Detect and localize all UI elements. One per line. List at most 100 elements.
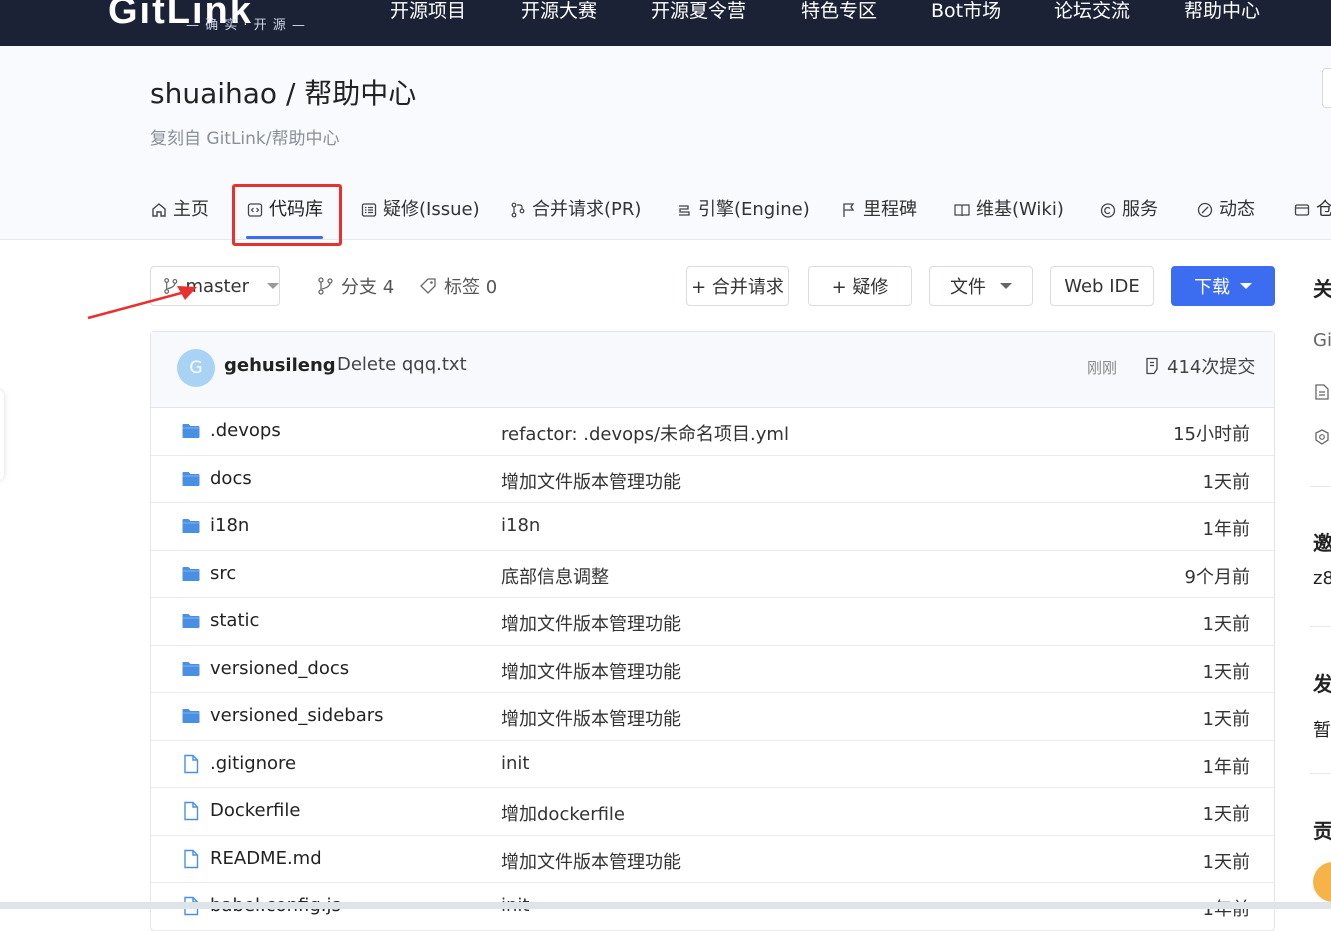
tag-icon (420, 278, 436, 294)
file-name[interactable]: versioned_docs (210, 658, 349, 679)
sidebar-divider (1310, 626, 1331, 627)
tab-label: 合并请求(PR) (532, 199, 642, 220)
tab-pull-requests[interactable]: 合并请求(PR) (509, 197, 641, 223)
tab-issues[interactable]: 疑修(Issue) (360, 197, 480, 223)
file-commit-message[interactable]: i18n (501, 515, 540, 536)
commit-author[interactable]: gehusileng (224, 355, 336, 376)
tab-wiki[interactable]: 维基(Wiki) (953, 197, 1064, 223)
file-updated-time: 1天前 (1202, 471, 1250, 493)
tags-link[interactable]: 标签 0 (418, 274, 497, 298)
folder-icon (182, 424, 200, 438)
file-name[interactable]: versioned_sidebars (210, 705, 384, 726)
tab-milestones[interactable]: 里程碑 (840, 197, 917, 223)
top-navbar: GitLink — 确 实 · 开 源 — 开源项目 开源大赛 开源夏令营 特色… (0, 0, 1331, 46)
file-row[interactable]: .gitignore init 1年前 (151, 741, 1274, 788)
sidebar-divider (1310, 486, 1331, 487)
engine-icon (679, 205, 690, 216)
file-row[interactable]: static 增加文件版本管理功能 1天前 (151, 598, 1274, 646)
tab-home[interactable]: 主页 (150, 197, 209, 223)
file-commit-message[interactable]: 增加文件版本管理功能 (501, 658, 681, 684)
file-updated-time: 1天前 (1202, 709, 1250, 730)
forked-from-link[interactable]: 复刻自 GitLink/帮助中心 (150, 124, 340, 149)
file-list-panel: G gehusileng Delete qqq.txt 刚刚 414次提交 .d… (150, 331, 1275, 931)
file-name[interactable]: src (210, 563, 236, 584)
file-row[interactable]: src 底部信息调整 9个月前 (151, 551, 1274, 598)
flag-icon (843, 203, 855, 217)
folder-icon (182, 566, 200, 581)
tab-activity[interactable]: 动态 (1196, 197, 1255, 223)
avatar[interactable]: G (177, 349, 215, 387)
nav-open-source-projects[interactable]: 开源项目 (390, 0, 466, 24)
tab-label: 主页 (173, 199, 209, 220)
branches-link[interactable]: 分支 4 (317, 274, 394, 298)
book-icon (954, 204, 970, 217)
file-row[interactable]: versioned_docs 增加文件版本管理功能 1天前 (151, 646, 1274, 693)
file-name[interactable]: Dockerfile (210, 800, 300, 821)
file-commit-message[interactable]: 底部信息调整 (501, 563, 609, 589)
file-commit-message[interactable]: 增加文件版本管理功能 (501, 610, 681, 636)
file-commit-message[interactable]: 增加dockerfile (501, 800, 625, 826)
file-icon (184, 801, 199, 821)
commit-time: 刚刚 (1087, 359, 1118, 377)
download-button[interactable]: 下载 (1171, 266, 1275, 306)
file-row[interactable]: README.md 增加文件版本管理功能 1天前 (151, 836, 1274, 883)
file-name[interactable]: docs (210, 468, 252, 489)
window-bottom-edge (0, 902, 1331, 909)
side-drawer-handle[interactable] (0, 390, 4, 480)
file-name[interactable]: i18n (210, 515, 249, 536)
commit-message[interactable]: Delete qqq.txt (337, 354, 467, 375)
contributor-avatar[interactable] (1313, 862, 1331, 902)
tab-repo-more[interactable]: 仓 (1293, 197, 1331, 223)
readme-icon (1315, 384, 1329, 400)
nav-competitions[interactable]: 开源大赛 (521, 0, 597, 24)
commits-icon (1146, 357, 1158, 375)
file-commit-message[interactable]: 增加文件版本管理功能 (501, 848, 681, 874)
file-name[interactable]: static (210, 610, 259, 631)
web-ide-button[interactable]: Web IDE (1050, 266, 1154, 306)
header-action-button[interactable] (1322, 68, 1331, 108)
file-updated-time: 1天前 (1202, 661, 1250, 683)
nav-summer-camp[interactable]: 开源夏令营 (651, 0, 746, 24)
file-commit-message[interactable]: init (501, 753, 529, 774)
new-issue-button[interactable]: + 疑修 (808, 266, 912, 306)
tab-label: 仓 (1316, 199, 1331, 220)
file-icon (184, 849, 199, 868)
latest-commit-bar: G gehusileng Delete qqq.txt 刚刚 414次提交 (151, 332, 1274, 408)
file-updated-time: 1天前 (1202, 804, 1250, 825)
repo-title[interactable]: shuaihao / 帮助中心 (150, 72, 416, 112)
file-commit-message[interactable]: 增加文件版本管理功能 (501, 468, 681, 494)
nav-help-center[interactable]: 帮助中心 (1184, 0, 1260, 24)
file-row[interactable]: .devops refactor: .devops/未命名项目.yml 15小时前 (151, 408, 1274, 456)
file-row[interactable]: i18n i18n 1年前 (151, 503, 1274, 551)
file-name[interactable]: .gitignore (210, 753, 296, 774)
file-row[interactable]: docs 增加文件版本管理功能 1天前 (151, 456, 1274, 503)
file-name[interactable]: .devops (210, 420, 281, 441)
about-description: Gi (1313, 330, 1331, 351)
invite-code: z8 (1313, 568, 1331, 589)
file-commit-message[interactable]: 增加文件版本管理功能 (501, 705, 681, 731)
nav-bot-market[interactable]: Bot市场 (931, 0, 1001, 24)
file-name[interactable]: README.md (210, 848, 322, 869)
sidebar-divider (1310, 773, 1331, 774)
new-pull-request-button[interactable]: + 合并请求 (686, 266, 789, 306)
file-updated-time: 1年前 (1202, 756, 1250, 778)
file-updated-time: 1天前 (1202, 614, 1250, 635)
nav-forum[interactable]: 论坛交流 (1054, 0, 1130, 24)
tab-services[interactable]: 服务 (1099, 197, 1158, 223)
download-label: 下载 (1194, 277, 1230, 298)
tab-engine[interactable]: 引擎(Engine) (675, 197, 810, 223)
service-icon (1100, 203, 1116, 218)
nav-special-zone[interactable]: 特色专区 (801, 0, 877, 24)
commit-count-link[interactable]: 414次提交 (1143, 353, 1255, 379)
folder-icon (182, 614, 200, 628)
annotation-highlight-box (232, 184, 342, 246)
file-updated-time: 15小时前 (1173, 424, 1250, 445)
file-row[interactable]: versioned_sidebars 增加文件版本管理功能 1天前 (151, 693, 1274, 741)
file-commit-message[interactable]: refactor: .devops/未命名项目.yml (501, 420, 789, 446)
releases-heading: 发 (1313, 672, 1331, 696)
file-dropdown-button[interactable]: 文件 (929, 266, 1033, 306)
tags-count: 标签 0 (444, 277, 498, 298)
gitlink-logo[interactable]: GitLink — 确 实 · 开 源 — (108, 0, 338, 36)
file-row[interactable]: Dockerfile 增加dockerfile 1天前 (151, 788, 1274, 836)
repo-header: shuaihao / 帮助中心 复刻自 GitLink/帮助中心 主页 代码库 … (0, 46, 1331, 246)
